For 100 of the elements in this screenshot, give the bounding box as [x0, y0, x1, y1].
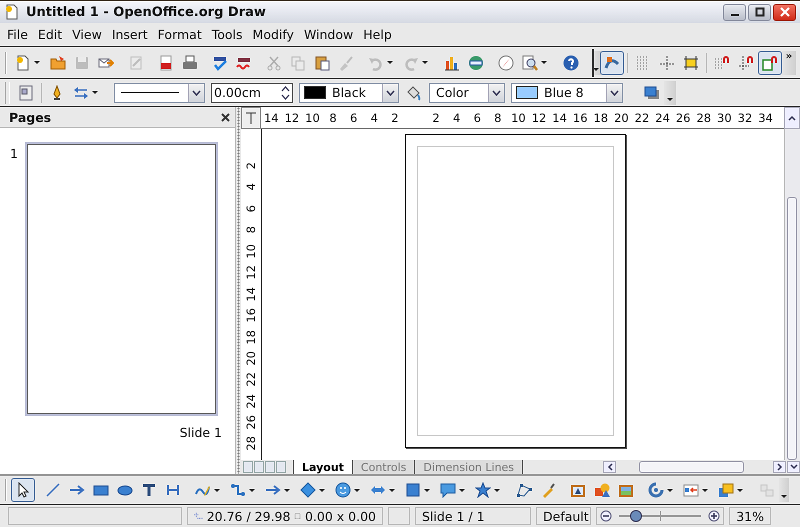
- diamond-icon: [300, 482, 316, 498]
- layout-name: Default: [536, 507, 591, 525]
- points-icon: [516, 482, 532, 498]
- scroll-down-button[interactable]: [787, 461, 800, 473]
- group-icon: [759, 482, 775, 498]
- line-style-dropdown[interactable]: [114, 82, 205, 102]
- rotate-icon: [648, 482, 664, 498]
- zoom-out-button[interactable]: [600, 510, 612, 522]
- ruler-number: 24: [654, 110, 671, 124]
- minimize-icon: [730, 14, 738, 16]
- status-field: [388, 507, 410, 525]
- chevron-left-icon: [606, 463, 613, 471]
- chevron-down-icon: [386, 90, 395, 96]
- ruler-number: 6: [244, 204, 258, 212]
- ruler-number: 8: [244, 226, 258, 234]
- caret-icon: [34, 61, 40, 64]
- caret-icon: [389, 488, 395, 492]
- ruler-number: 28: [695, 110, 712, 124]
- line-width-field[interactable]: 0.00cm: [211, 82, 293, 102]
- gallery-icon: [618, 482, 634, 498]
- panel-title: Pages: [9, 110, 52, 124]
- scroll-thumb[interactable]: [787, 197, 797, 460]
- styles-icon: [18, 84, 34, 100]
- maximize-icon: [754, 7, 764, 17]
- area-style-dropdown[interactable]: Color: [429, 82, 505, 102]
- curve-points-button[interactable]: [600, 50, 624, 74]
- ruler-number: 10: [244, 244, 258, 259]
- connector-icon: [230, 482, 246, 498]
- menu-item[interactable]: Tools: [206, 25, 248, 44]
- ruler-number: 14: [244, 286, 258, 302]
- ruler-number: 30: [716, 110, 733, 124]
- ruler-number: 26: [674, 110, 692, 124]
- line-color-dropdown[interactable]: Black: [299, 82, 399, 102]
- ruler-number: 6: [349, 110, 358, 124]
- edit-document-icon: [128, 54, 144, 70]
- snap-grid-icon: [714, 54, 730, 70]
- close-icon: [780, 7, 790, 17]
- printer-icon: [182, 54, 198, 70]
- toolbar-options-button[interactable]: [779, 478, 789, 502]
- ruler-number: 10: [510, 110, 527, 124]
- ruler-number: 8: [328, 110, 338, 124]
- caret-icon: [284, 488, 290, 492]
- ruler-number: 22: [244, 372, 258, 387]
- zoom-percent: 31%: [729, 507, 771, 525]
- ruler-number: 24: [244, 394, 258, 408]
- layer-tab[interactable]: Layout: [293, 460, 353, 474]
- bar-chart-icon: [444, 54, 460, 70]
- snap-frame-button[interactable]: [758, 50, 782, 74]
- menu-item[interactable]: Modify: [248, 25, 299, 44]
- ruler-number: 18: [244, 330, 258, 344]
- area-color-dropdown[interactable]: Blue 8: [511, 82, 623, 102]
- ruler-origin-icon: [245, 112, 257, 124]
- menu-item[interactable]: Edit: [32, 25, 68, 44]
- menu-item[interactable]: Help: [358, 25, 397, 44]
- zoom-slider-thumb[interactable]: [630, 510, 642, 522]
- caret-icon: [319, 488, 325, 492]
- fontwork-icon: [570, 482, 586, 498]
- scroll-up-button[interactable]: [784, 107, 800, 129]
- menu-item[interactable]: Format: [152, 25, 207, 44]
- zoom-in-button[interactable]: [708, 510, 720, 522]
- caret-icon: [541, 61, 547, 64]
- scroll-thumb[interactable]: [639, 461, 744, 473]
- close-button[interactable]: [773, 4, 796, 20]
- ruler-number: 14: [551, 110, 568, 124]
- clipboard-icon: [314, 54, 330, 70]
- vertical-scrollbar[interactable]: [784, 129, 800, 460]
- menu-item[interactable]: View: [67, 25, 107, 44]
- ruler-origin-button[interactable]: [241, 107, 261, 129]
- caret-icon: [249, 488, 255, 492]
- smiley-icon: [335, 482, 351, 498]
- caret-icon: [424, 488, 430, 492]
- page-thumbnail[interactable]: [24, 142, 218, 416]
- select-pointer-button[interactable]: [11, 478, 35, 502]
- menu-item[interactable]: Window: [298, 25, 358, 44]
- minus-icon: [600, 510, 612, 522]
- horizontal-scrollbar[interactable]: [603, 460, 800, 474]
- minimize-button[interactable]: [723, 4, 746, 20]
- toolbar-options-button[interactable]: »: [782, 50, 796, 74]
- ruler-number: 26: [244, 415, 258, 430]
- page-number: 1: [10, 145, 18, 163]
- scroll-left-button[interactable]: [603, 461, 616, 473]
- chevron-down-icon: [610, 90, 619, 96]
- maximize-button[interactable]: [748, 4, 771, 20]
- toolbar-options-button[interactable]: [664, 80, 676, 104]
- ruler-number: 20: [613, 110, 630, 124]
- menu-item[interactable]: File: [2, 25, 33, 44]
- spellcheck-icon: [212, 54, 228, 70]
- splitter-handle[interactable]: [236, 107, 241, 474]
- menu-item[interactable]: Insert: [106, 25, 153, 44]
- ruler-number: 12: [530, 110, 548, 124]
- line-icon: [45, 482, 61, 498]
- scroll-right-button[interactable]: [773, 461, 786, 473]
- ruler-number: 18: [592, 110, 610, 124]
- chevron-down-icon: [492, 90, 501, 96]
- ruler-number: 14: [262, 110, 280, 124]
- dimension-line-icon: [165, 482, 181, 498]
- close-button[interactable]: [221, 112, 230, 122]
- pdf-document-icon: [158, 54, 174, 70]
- caret-icon: [781, 495, 787, 498]
- spin-arrows-icon: [281, 84, 290, 102]
